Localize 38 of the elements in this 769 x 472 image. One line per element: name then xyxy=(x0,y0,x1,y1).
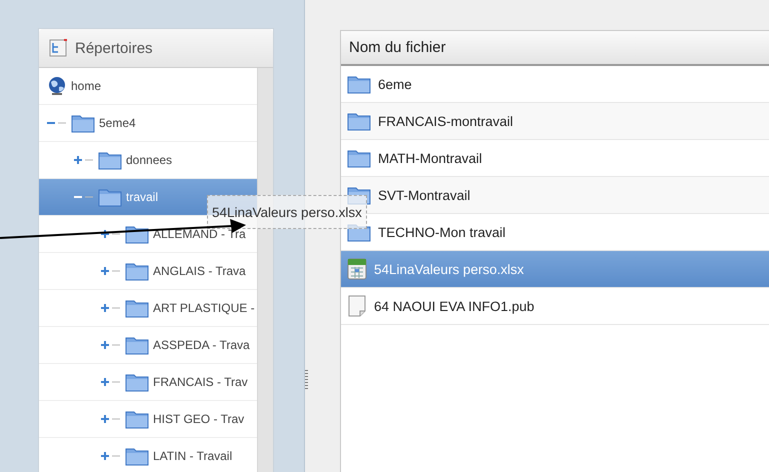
globe-icon xyxy=(47,76,67,96)
tree-item[interactable]: 5eme4 xyxy=(39,105,257,142)
expand-toggle-icon[interactable] xyxy=(100,377,122,387)
splitter-handle[interactable] xyxy=(305,370,308,390)
spreadsheet-icon xyxy=(347,258,367,280)
drag-ghost-label: 54LinaValeurs perso.xlsx xyxy=(207,195,367,229)
tree-item[interactable]: HIST GEO - Trav xyxy=(39,401,257,438)
folder-icon xyxy=(71,113,95,133)
folder-icon xyxy=(347,148,371,168)
folder-icon xyxy=(347,111,371,131)
column-header[interactable]: Nom du fichier xyxy=(341,31,769,66)
folder-icon xyxy=(125,261,149,281)
tree-panel-icon xyxy=(49,39,67,57)
tree-item[interactable]: ANGLAIS - Trava xyxy=(39,253,257,290)
tree-item[interactable]: FRANCAIS - Trav xyxy=(39,364,257,401)
expand-toggle-icon[interactable] xyxy=(100,340,122,350)
expand-toggle-icon[interactable] xyxy=(73,155,95,165)
tree-item[interactable]: ART PLASTIQUE - xyxy=(39,290,257,327)
tree-item[interactable]: home xyxy=(39,68,257,105)
file-row[interactable]: 64 NAOUI EVA INFO1.pub xyxy=(341,288,769,325)
expand-toggle-icon[interactable] xyxy=(100,451,122,461)
tree-item[interactable]: ASSPEDA - Trava xyxy=(39,327,257,364)
document-icon xyxy=(347,295,367,317)
expand-toggle-icon[interactable] xyxy=(100,229,122,239)
folder-icon xyxy=(125,372,149,392)
folder-icon xyxy=(125,335,149,355)
tree-item[interactable]: LATIN - Travail xyxy=(39,438,257,472)
panel-title: Répertoires xyxy=(75,40,153,56)
folder-icon xyxy=(125,446,149,466)
folder-icon xyxy=(125,409,149,429)
folder-icon xyxy=(347,74,371,94)
expand-toggle-icon[interactable] xyxy=(100,303,122,313)
folder-icon xyxy=(98,150,122,170)
file-row[interactable]: FRANCAIS-montravail xyxy=(341,103,769,140)
expand-toggle-icon[interactable] xyxy=(100,414,122,424)
folder-icon xyxy=(98,187,122,207)
folder-icon xyxy=(125,298,149,318)
expand-toggle-icon[interactable] xyxy=(100,266,122,276)
